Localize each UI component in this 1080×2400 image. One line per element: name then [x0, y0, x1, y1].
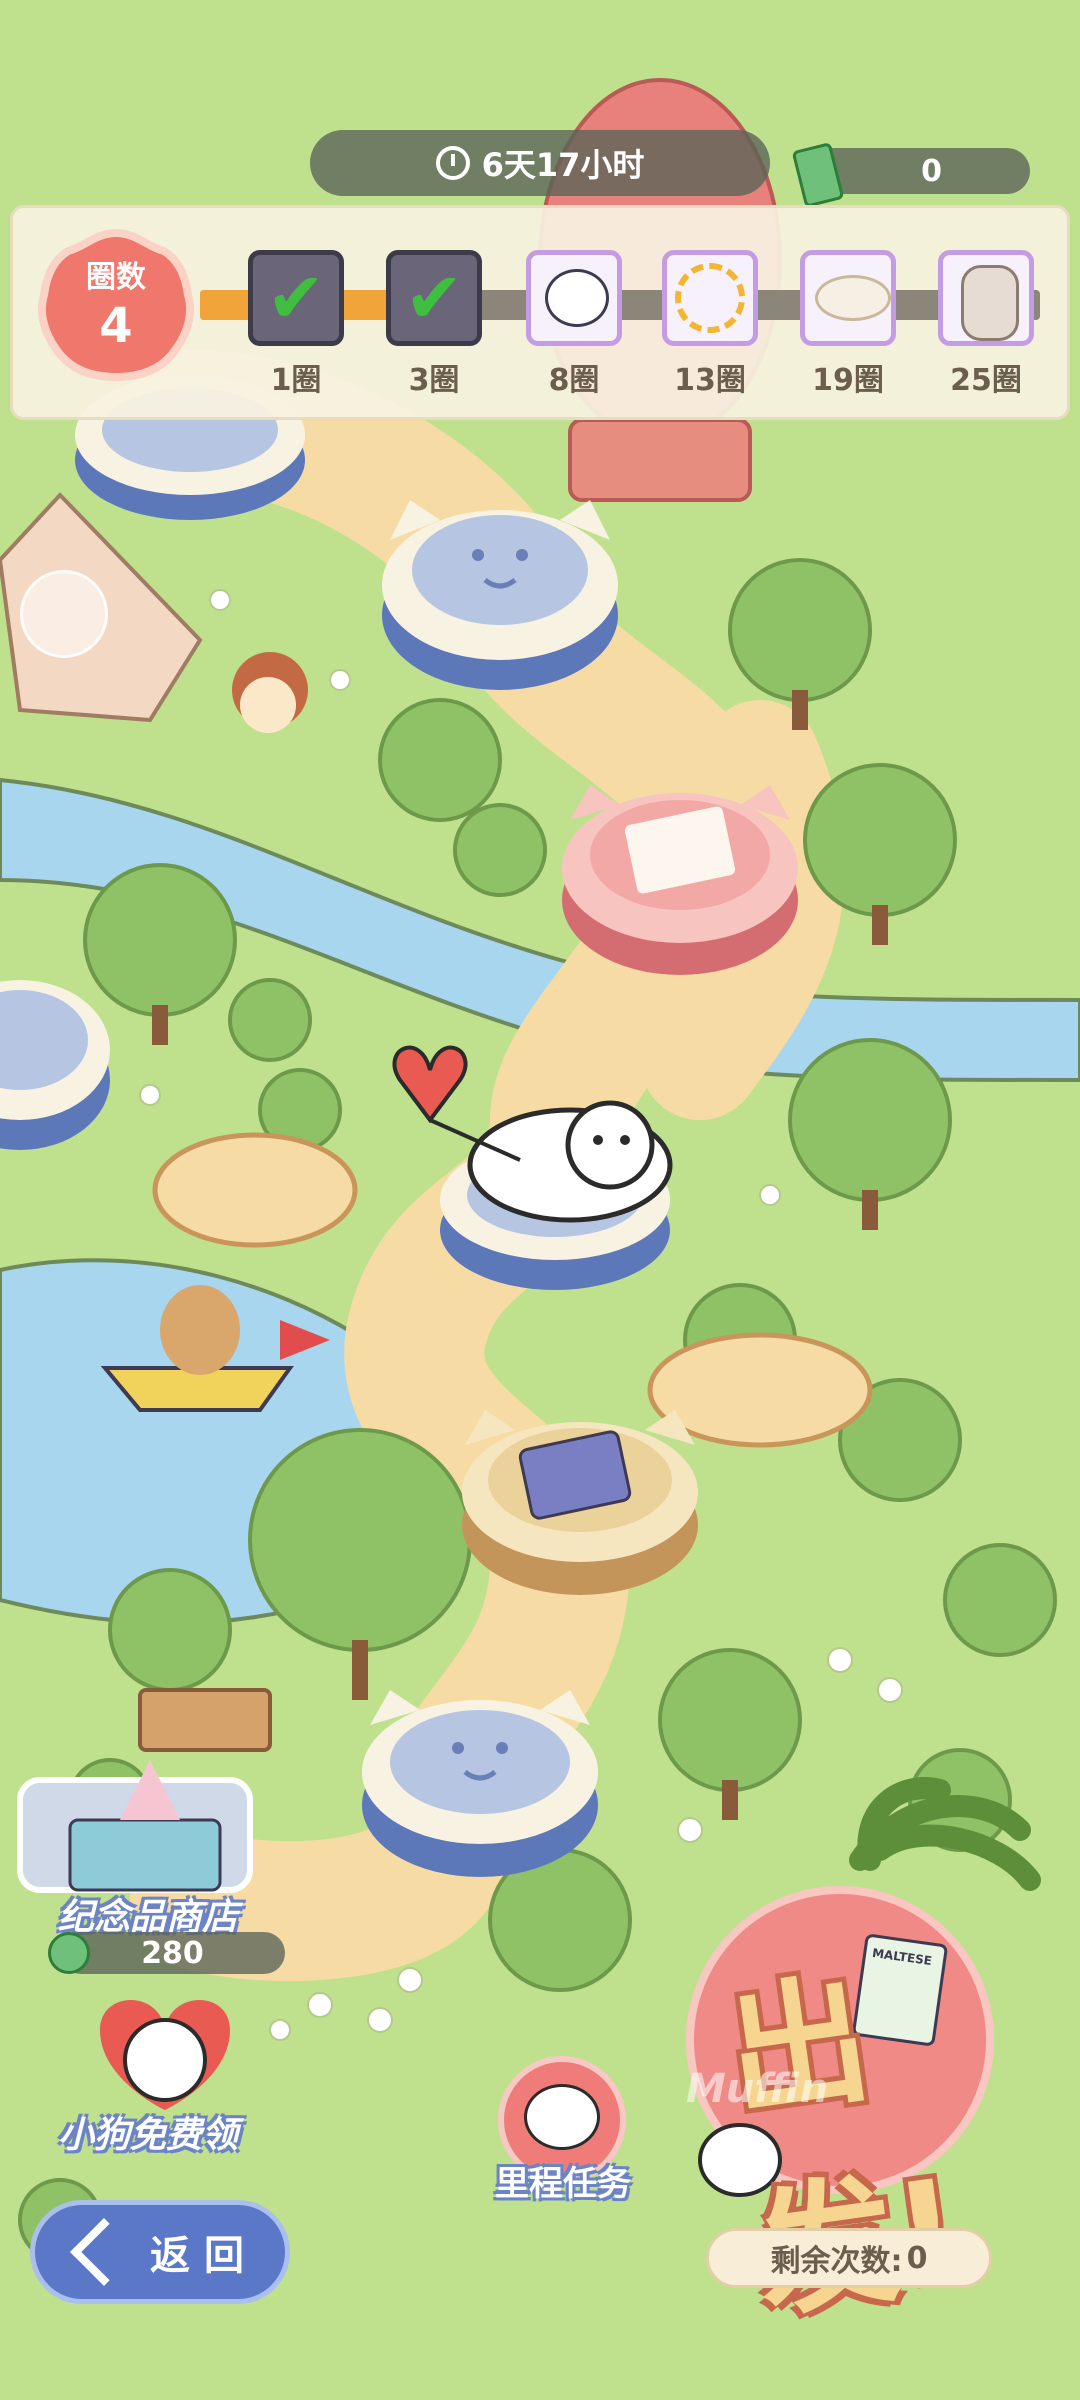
wreath-icon	[675, 263, 745, 333]
back-button[interactable]: 返回	[30, 2200, 290, 2304]
milestone-label: 1圈	[270, 363, 322, 398]
milestone-label: 19圈	[812, 363, 884, 398]
coin-icon	[48, 1932, 90, 1974]
level-node-2	[382, 500, 618, 690]
rounds-value: 4	[99, 298, 133, 354]
event-countdown: 6天17小时	[310, 130, 770, 196]
chat-bubble-icon[interactable]	[20, 570, 108, 658]
milestone-reward-25[interactable]	[938, 250, 1034, 346]
clock-icon	[435, 146, 470, 180]
milestone-reward-1[interactable]: ✔	[248, 250, 344, 346]
milestone-label: 13圈	[674, 363, 746, 398]
countdown-text: 6天17小时	[481, 146, 645, 184]
remaining-label: 剩余次数:	[770, 2244, 903, 2279]
check-icon: ✔	[266, 257, 326, 339]
free-dog-label: 小狗免费领	[58, 2115, 239, 2156]
coin-count-text: 280	[141, 1935, 204, 1971]
costume-icon	[961, 265, 1019, 341]
milestone-reward-19[interactable]	[800, 250, 896, 346]
rounds-label: 圈数	[86, 260, 146, 295]
milestone-label: 25圈	[950, 363, 1022, 398]
ticket-count: 0	[921, 153, 942, 189]
dog-plush-icon	[545, 269, 609, 327]
milestone-label: 3圈	[408, 363, 460, 398]
shop-coin-count: 280	[60, 1932, 285, 1974]
milestone-reward-13[interactable]	[662, 250, 758, 346]
dog-face-icon	[524, 2084, 600, 2150]
milestone-label: 8圈	[548, 363, 600, 398]
remaining-value: 0	[906, 2240, 928, 2276]
back-label: 返回	[150, 2233, 258, 2279]
back-arrow-icon	[70, 2218, 138, 2286]
milestone-reward-3[interactable]: ✔	[386, 250, 482, 346]
remaining-attempts: 剩余次数: 0	[706, 2228, 992, 2288]
check-icon: ✔	[404, 257, 464, 339]
milestone-task-label: 里程任务	[495, 2164, 631, 2204]
pillow-icon	[815, 275, 891, 321]
muffin-logo: Muffin	[686, 2066, 829, 2112]
milestone-reward-8[interactable]	[526, 250, 622, 346]
